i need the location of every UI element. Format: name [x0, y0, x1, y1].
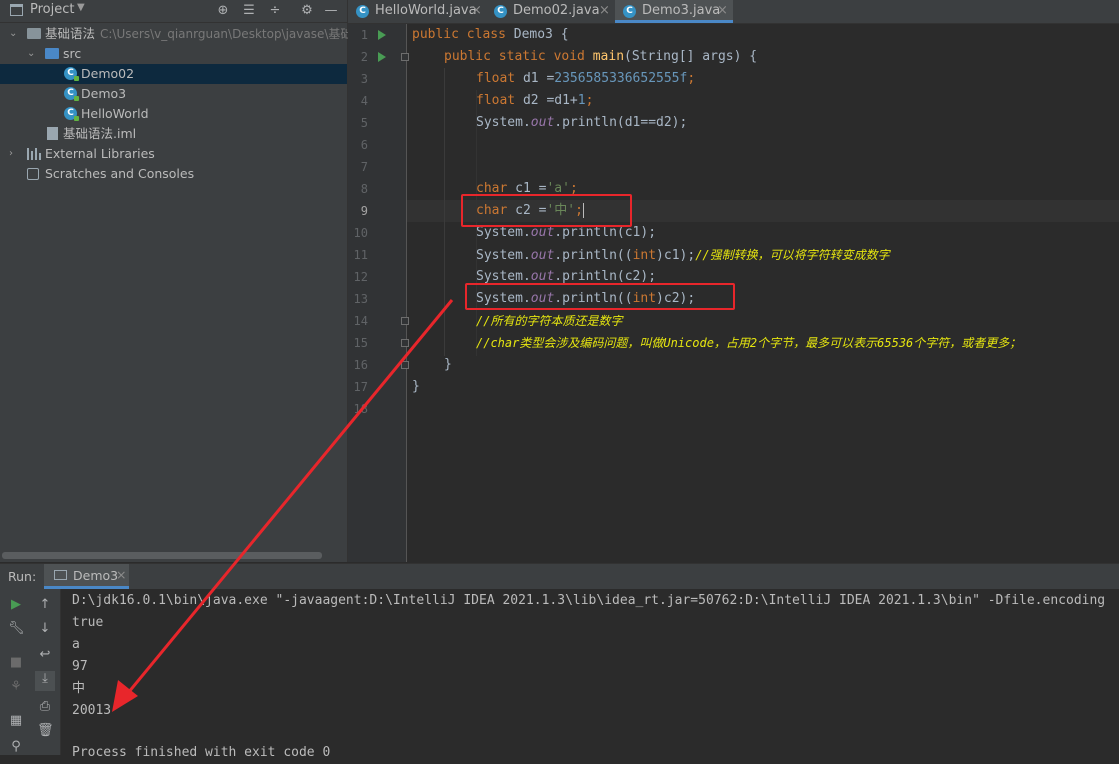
annotation-arrow	[112, 299, 454, 712]
arrow-shaft	[126, 299, 454, 694]
